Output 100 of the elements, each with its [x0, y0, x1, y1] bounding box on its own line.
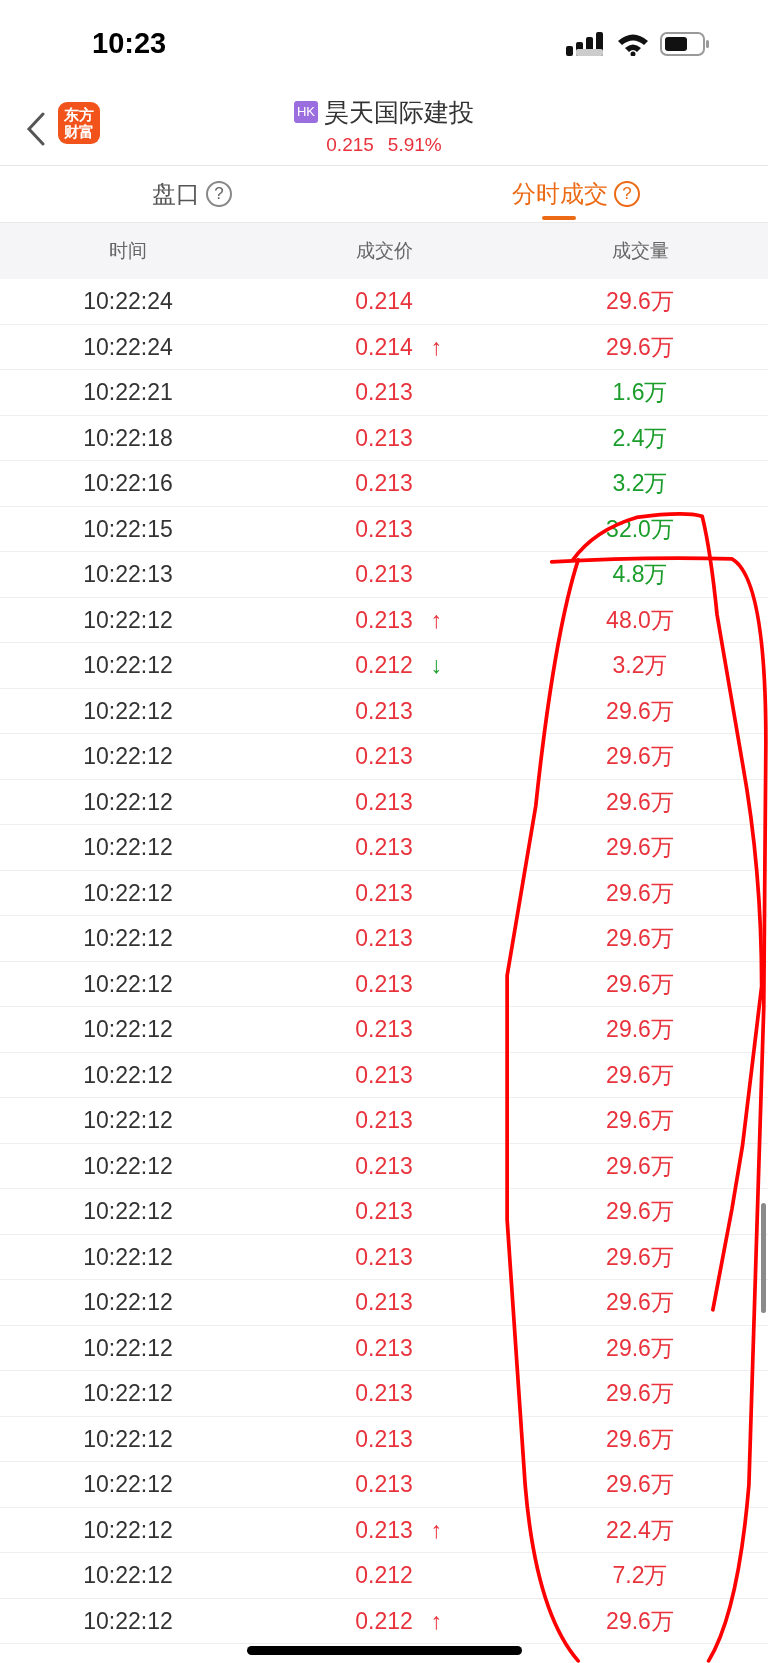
column-header: 成交价 — [354, 238, 414, 263]
trade-time: 10:22:12 — [83, 924, 173, 953]
trade-price: 0.213 — [355, 1289, 413, 1315]
trade-price: 0.212 — [355, 1607, 413, 1634]
trade-time: 10:22:12 — [83, 1015, 173, 1044]
trade-time: 10:22:12 — [83, 696, 173, 726]
trade-time: 10:22:15 — [83, 514, 173, 544]
trade-volume: 29.6万 — [606, 742, 674, 771]
trade-volume: 29.6万 — [606, 833, 674, 862]
signal-icon — [566, 32, 606, 56]
trade-price: 0.213 — [355, 970, 413, 997]
trade-price: 0.213 — [355, 1471, 413, 1497]
trade-price: 0.213 — [355, 1380, 413, 1406]
trade-volume: 29.6万 — [606, 1242, 674, 1272]
trade-price: 0.213 — [355, 743, 413, 769]
stock-price: 0.215 — [326, 133, 374, 157]
trade-time: 10:22:24 — [83, 332, 173, 362]
trade-volume: 2.4万 — [612, 423, 668, 453]
trade-price: 0.213 — [355, 788, 413, 815]
trade-time: 10:22:12 — [83, 1379, 173, 1408]
trade-price: 0.213 — [355, 1016, 413, 1042]
column-header: 时间 — [108, 238, 148, 263]
trade-price: 0.213 — [355, 697, 413, 724]
battery-icon — [660, 32, 710, 56]
trade-volume: 29.6万 — [606, 1424, 674, 1454]
trade-price: 0.214 — [355, 333, 413, 360]
trade-volume: 29.6万 — [606, 1470, 674, 1499]
trade-time: 10:22:12 — [83, 969, 173, 999]
trade-price: 0.213 — [355, 424, 413, 451]
help-icon[interactable]: ? — [614, 181, 640, 207]
trade-volume: 29.6万 — [606, 1197, 674, 1226]
trade-volume: 29.6万 — [606, 969, 674, 999]
trade-volume: 29.6万 — [606, 1333, 674, 1363]
trade-price: 0.213 — [355, 561, 413, 587]
tab-underline — [542, 216, 576, 220]
trade-volume: 7.2万 — [612, 1561, 668, 1590]
app-logo[interactable]: 东方 财富 — [58, 102, 100, 144]
trade-price: 0.213 — [355, 1516, 413, 1543]
trade-time: 10:22:12 — [83, 1060, 173, 1090]
trade-price: 0.213 — [355, 379, 413, 405]
column-header: 成交量 — [610, 238, 670, 263]
trade-time: 10:22:12 — [83, 1151, 173, 1181]
trade-volume: 1.6万 — [612, 378, 668, 407]
market-badge: HK — [293, 101, 319, 124]
trade-price: 0.213 — [355, 1152, 413, 1179]
trade-volume: 22.4万 — [606, 1515, 674, 1545]
trade-time: 10:22:12 — [83, 651, 173, 680]
trade-time: 10:22:12 — [83, 1106, 173, 1135]
trade-time: 10:22:12 — [83, 1561, 173, 1590]
trade-volume: 3.2万 — [612, 651, 668, 680]
trade-price: 0.212 — [355, 1562, 413, 1588]
trade-volume: 29.6万 — [606, 1288, 674, 1317]
trade-volume: 29.6万 — [606, 787, 674, 817]
trade-time: 10:22:12 — [83, 742, 173, 771]
trade-price: 0.214 — [355, 288, 413, 314]
trade-price: 0.213 — [355, 1243, 413, 1270]
tab[interactable]: 盘口 ? — [0, 166, 384, 222]
trade-price: 0.212 — [355, 652, 413, 678]
trade-price: 0.213 — [355, 515, 413, 542]
trade-price: 0.213 — [355, 925, 413, 951]
trade-volume: 29.6万 — [606, 287, 674, 316]
trade-volume: 29.6万 — [606, 1151, 674, 1181]
trade-volume: 29.6万 — [606, 1379, 674, 1408]
direction-arrow: ↑ — [430, 332, 443, 362]
trade-price: 0.213 — [355, 879, 413, 906]
trade-volume: 29.6万 — [606, 924, 674, 953]
trade-time: 10:22:12 — [83, 1470, 173, 1499]
trade-volume: 3.2万 — [612, 469, 668, 498]
trade-time: 10:22:12 — [83, 1515, 173, 1545]
trade-volume: 29.6万 — [606, 696, 674, 726]
trade-price: 0.213 — [355, 1107, 413, 1133]
trade-time: 10:22:12 — [83, 1242, 173, 1272]
trade-time: 10:22:12 — [83, 1197, 173, 1226]
trade-price: 0.213 — [355, 1425, 413, 1452]
wifi-icon — [616, 32, 650, 56]
trade-price: 0.213 — [355, 1198, 413, 1224]
direction-arrow: ↑ — [430, 1606, 443, 1636]
trade-time: 10:22:16 — [83, 469, 173, 498]
trade-time: 10:22:12 — [83, 605, 173, 635]
trade-price: 0.213 — [355, 606, 413, 633]
trade-volume: 4.8万 — [612, 560, 668, 589]
trade-time: 10:22:12 — [83, 833, 173, 862]
status-time: 10:23 — [92, 26, 167, 62]
trade-price: 0.213 — [355, 470, 413, 496]
stock-name: 昊天国际建投 — [324, 96, 475, 128]
trade-volume: 29.6万 — [606, 1106, 674, 1135]
direction-arrow: ↑ — [430, 605, 443, 635]
back-icon[interactable] — [26, 112, 46, 146]
tab[interactable]: 分时成交 ? — [384, 166, 768, 222]
trade-time: 10:22:24 — [83, 287, 173, 316]
help-icon[interactable]: ? — [206, 181, 232, 207]
trade-volume: 29.6万 — [606, 878, 674, 908]
trade-volume: 29.6万 — [606, 1606, 674, 1636]
trade-time: 10:22:12 — [83, 1606, 173, 1636]
trade-time: 10:22:21 — [83, 378, 173, 407]
trade-volume: 29.6万 — [606, 1015, 674, 1044]
trade-time: 10:22:12 — [83, 1288, 173, 1317]
trade-time: 10:22:12 — [83, 1424, 173, 1454]
trade-volume: 48.0万 — [606, 605, 674, 635]
direction-arrow: ↓ — [430, 651, 443, 680]
